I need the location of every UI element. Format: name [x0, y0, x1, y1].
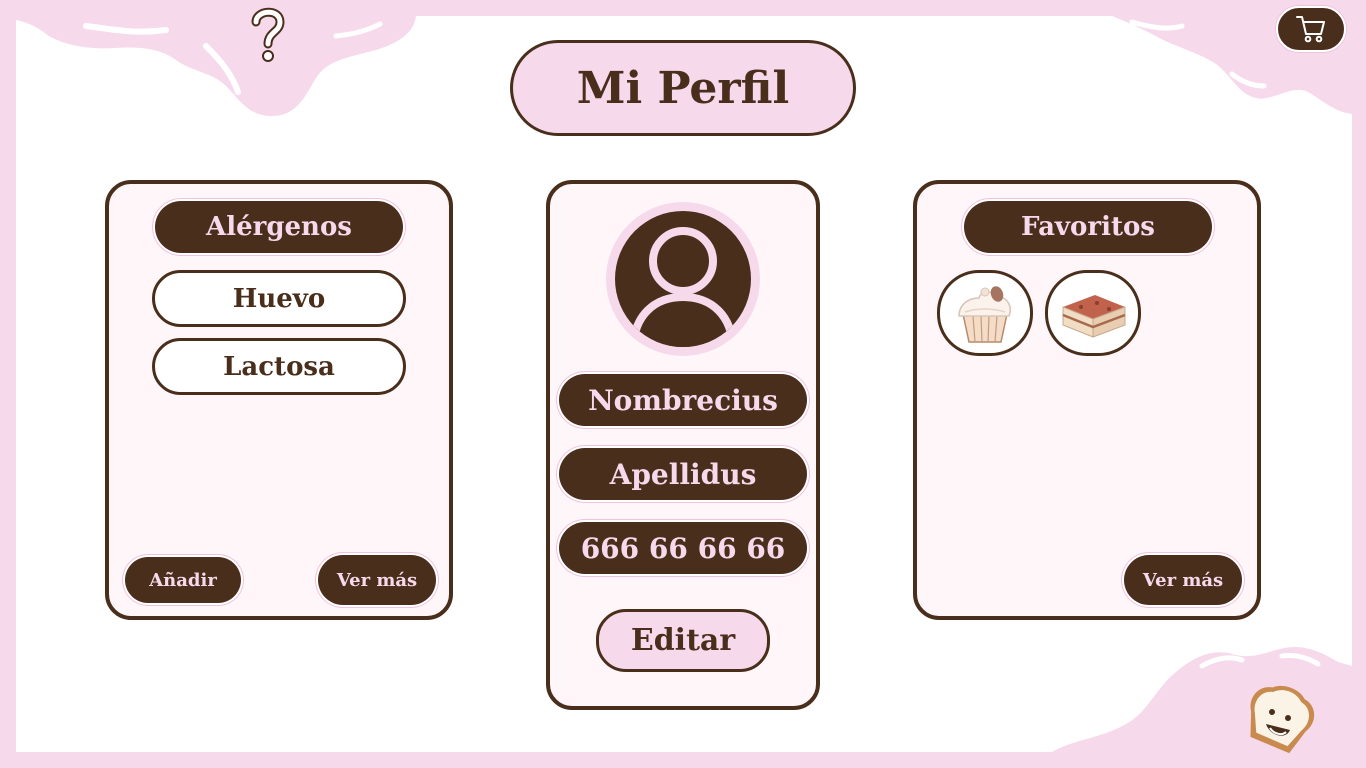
cart-button[interactable]	[1276, 6, 1346, 52]
avatar	[606, 202, 760, 356]
allergen-item-lactosa[interactable]: Lactosa	[152, 338, 406, 395]
add-allergen-button[interactable]: Añadir	[125, 557, 241, 603]
drip-decoration-top-left	[16, 16, 416, 116]
favorite-item-cupcake[interactable]	[937, 270, 1033, 356]
profile-surname-field: Apellidus	[559, 448, 807, 500]
favorite-item-tiramisu[interactable]	[1045, 270, 1141, 356]
shopping-cart-icon	[1296, 16, 1325, 43]
user-avatar-icon	[615, 211, 751, 347]
question-mark-icon[interactable]	[246, 4, 290, 64]
cupcake-icon	[958, 286, 1011, 343]
page-title: Mi Perfil	[510, 40, 856, 136]
toast-mascot-icon	[1240, 682, 1320, 756]
allergen-item-huevo[interactable]: Huevo	[152, 270, 406, 327]
profile-name-field: Nombrecius	[559, 374, 807, 426]
favorites-heading: Favoritos	[964, 201, 1212, 253]
allergens-more-button[interactable]: Ver más	[318, 555, 436, 605]
favorites-more-button[interactable]: Ver más	[1124, 555, 1242, 605]
profile-phone-field: 666 66 66 66	[559, 522, 807, 574]
allergens-heading: Alérgenos	[155, 201, 403, 253]
tiramisu-icon	[1062, 295, 1126, 338]
edit-profile-button[interactable]: Editar	[596, 609, 770, 672]
